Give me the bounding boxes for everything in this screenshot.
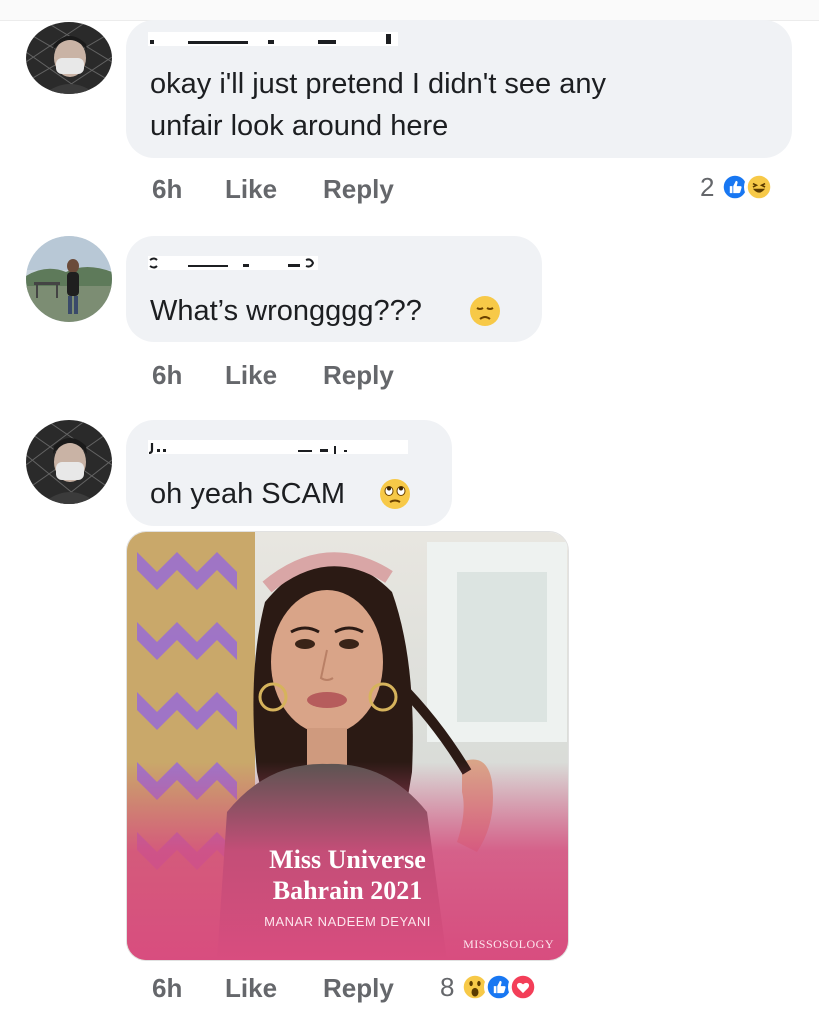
like-button[interactable]: Like (225, 360, 277, 391)
comment-timestamp[interactable]: 6h (152, 174, 182, 205)
comment-text: oh yeah SCAM (150, 478, 346, 510)
reply-button[interactable]: Reply (323, 174, 394, 205)
reaction-count: 8 (440, 971, 455, 1002)
comment-text: okay i'll just pretend I didn't see any (150, 68, 606, 100)
comment-text: unfair look around here (150, 110, 449, 142)
reaction-summary[interactable]: 8 (440, 970, 539, 1004)
avatar[interactable] (26, 236, 112, 322)
reaction-count: 2 (700, 171, 715, 202)
reaction-summary[interactable]: 2 (700, 170, 775, 204)
card-title-line1: Miss Universe (269, 845, 426, 874)
comment-text: What’s wrongggg??? (150, 295, 422, 327)
eye-roll-emoji (380, 479, 410, 509)
commenter-name-redacted[interactable] (148, 440, 408, 454)
comment-timestamp[interactable]: 6h (152, 973, 182, 1004)
commenter-name-redacted[interactable] (148, 32, 398, 46)
avatar[interactable] (26, 22, 112, 94)
card-brand-logo: MISSOSOLOGY (463, 937, 554, 951)
like-button[interactable]: Like (225, 973, 277, 1004)
like-button[interactable]: Like (225, 174, 277, 205)
commenter-name-redacted[interactable] (148, 256, 318, 270)
reply-button[interactable]: Reply (323, 973, 394, 1004)
comment-timestamp[interactable]: 6h (152, 360, 182, 391)
top-divider (0, 0, 819, 21)
image-attachment[interactable]: Miss Universe Bahrain 2021 MANAR NADEEM … (126, 531, 569, 961)
laugh-icon (744, 172, 775, 202)
love-icon (508, 972, 539, 1002)
avatar[interactable] (26, 420, 112, 504)
sad-face-emoji (470, 296, 500, 326)
card-subtitle: MANAR NADEEM DEYANI (264, 914, 431, 929)
card-title-line2: Bahrain 2021 (272, 876, 423, 905)
reply-button[interactable]: Reply (323, 360, 394, 391)
